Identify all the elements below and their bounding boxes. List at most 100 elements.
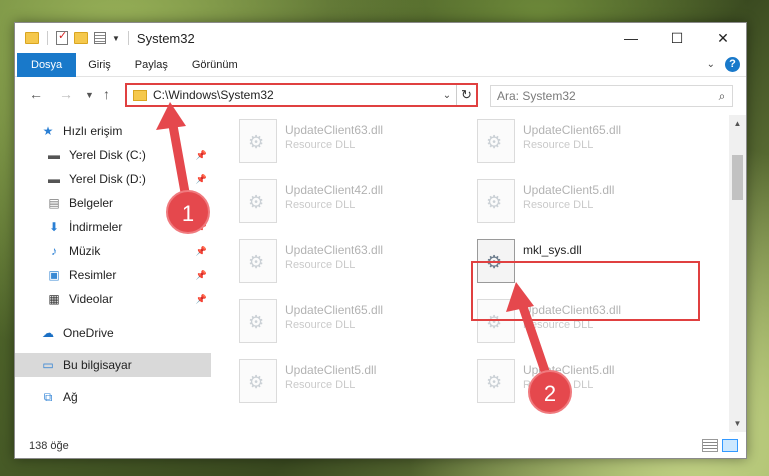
pin-icon: 📌: [195, 293, 207, 304]
dll-file-icon: [239, 179, 277, 223]
file-item[interactable]: UpdateClient5.dll Resource DLL: [477, 179, 697, 231]
properties-icon[interactable]: [94, 32, 106, 44]
window-title: System32: [136, 30, 195, 46]
up-arrow-icon[interactable]: ↑: [103, 86, 110, 102]
scroll-up-arrow-icon[interactable]: ▲: [729, 115, 746, 132]
file-type: Resource DLL: [523, 199, 594, 211]
pictures-icon: ▣: [48, 268, 60, 282]
file-type: Resource DLL: [523, 139, 594, 151]
details-view-icon[interactable]: [702, 439, 718, 452]
dll-file-icon: [239, 299, 277, 343]
dll-file-icon: [477, 179, 515, 223]
file-explorer-window: ▼ System32 — ☐ ✕ Dosya Giriş Paylaş Görü…: [14, 22, 747, 459]
file-item[interactable]: UpdateClient65.dll Resource DLL: [477, 119, 697, 171]
file-item[interactable]: UpdateClient5.dllResource DLL: [239, 359, 459, 411]
file-item[interactable]: UpdateClient42.dll Resource DLL: [239, 179, 459, 231]
navigation-pane: ★ Hızlı erişim ▬ Yerel Disk (C:) 📌 ▬ Yer…: [15, 115, 211, 432]
sidebar-item-music[interactable]: ♪ Müzik 📌: [15, 239, 211, 263]
sidebar-item-disk-c[interactable]: ▬ Yerel Disk (C:) 📌: [15, 143, 211, 167]
sidebar-item-network[interactable]: ⧉ Ağ: [15, 385, 211, 409]
file-item[interactable]: UpdateClient5.dllResource DLL: [477, 359, 697, 411]
search-box[interactable]: Ara: System32 ⌕: [490, 85, 733, 107]
toolbar-divider: [47, 31, 48, 45]
address-dropdown-chevron-icon[interactable]: ⌄: [438, 90, 456, 101]
new-folder-icon[interactable]: [74, 32, 88, 44]
forward-arrow-icon[interactable]: →: [59, 86, 73, 102]
highlight-annotation-box: [471, 261, 700, 321]
scrollbar-thumb[interactable]: [732, 155, 743, 200]
pin-icon: 📌: [195, 269, 207, 280]
status-bar: 138 öğe: [15, 433, 746, 459]
step-badge-2: 2: [528, 370, 572, 414]
sidebar-item-label: İndirmeler: [69, 220, 123, 234]
sidebar-item-label: Videolar: [69, 292, 113, 306]
file-item[interactable]: UpdateClient65.dll Resource DLL: [239, 299, 459, 351]
address-bar[interactable]: C:\Windows\System32 ⌄ ↻: [125, 83, 478, 107]
drive-icon: ▬: [48, 172, 60, 186]
file-name: UpdateClient42.dll: [285, 183, 384, 197]
sidebar-item-label: Yerel Disk (C:): [69, 148, 146, 162]
file-type: Resource DLL: [285, 139, 356, 151]
maximize-button[interactable]: ☐: [654, 23, 700, 53]
folder-icon: [25, 32, 39, 44]
dll-file-icon: [477, 119, 515, 163]
search-input[interactable]: Ara: System32: [497, 89, 712, 103]
file-type: Resource DLL: [285, 259, 356, 271]
customize-toolbar-chevron-icon[interactable]: ▼: [112, 34, 120, 43]
ribbon-tabs: Dosya Giriş Paylaş Görünüm ⌄ ?: [15, 52, 746, 77]
tab-home[interactable]: Giriş: [76, 53, 123, 77]
videos-icon: ▦: [48, 292, 60, 306]
sidebar-item-label: Hızlı erişim: [63, 124, 123, 138]
sidebar-item-pictures[interactable]: ▣ Resimler 📌: [15, 263, 211, 287]
sidebar-item-quick-access[interactable]: ★ Hızlı erişim: [15, 119, 211, 143]
expand-ribbon-chevron-icon[interactable]: ⌄: [707, 59, 715, 70]
pin-icon: 📌: [195, 149, 207, 160]
minimize-button[interactable]: —: [608, 23, 654, 53]
title-bar: ▼ System32 — ☐ ✕: [15, 23, 746, 53]
sidebar-item-this-pc[interactable]: ▭ Bu bilgisayar: [15, 353, 211, 377]
drive-icon: ▬: [48, 148, 60, 162]
file-name: UpdateClient63.dll: [285, 123, 384, 137]
file-name: UpdateClient65.dll: [285, 303, 384, 317]
file-name: UpdateClient5.dll: [523, 183, 615, 197]
recent-locations-chevron-icon[interactable]: ▼: [85, 90, 94, 100]
quick-access-toolbar: ▼: [25, 29, 131, 45]
step-badge-1: 1: [166, 190, 210, 234]
search-icon[interactable]: ⌕: [712, 89, 732, 104]
help-icon[interactable]: ?: [725, 57, 740, 72]
file-name: UpdateClient63.dll: [285, 243, 384, 257]
tiles-view-icon[interactable]: [722, 439, 738, 452]
window-controls: — ☐ ✕: [608, 23, 746, 53]
star-icon: ★: [42, 124, 54, 138]
item-count: 138 öğe: [29, 440, 69, 452]
address-path[interactable]: C:\Windows\System32: [153, 88, 438, 102]
toolbar-divider: [127, 31, 129, 45]
sidebar-item-label: Müzik: [69, 244, 101, 258]
sidebar-item-onedrive[interactable]: ☁ OneDrive: [15, 321, 211, 345]
pin-icon: 📌: [195, 245, 207, 256]
file-item[interactable]: UpdateClient63.dll Resource DLL: [239, 239, 459, 291]
file-item[interactable]: UpdateClient63.dll Resource DLL: [239, 119, 459, 171]
downloads-icon: ⬇: [48, 220, 60, 234]
sidebar-item-label: Ağ: [63, 390, 78, 404]
vertical-scrollbar[interactable]: ▲ ▼: [729, 115, 746, 432]
sidebar-item-videos[interactable]: ▦ Videolar 📌: [15, 287, 211, 311]
refresh-icon[interactable]: ↻: [456, 85, 476, 105]
tab-view[interactable]: Görünüm: [180, 53, 250, 77]
scroll-down-arrow-icon[interactable]: ▼: [729, 415, 746, 432]
navigation-bar: ← → ▼ ↑ C:\Windows\System32 ⌄ ↻ Ara: Sys…: [15, 80, 746, 110]
close-button[interactable]: ✕: [700, 23, 746, 53]
documents-icon: ▤: [48, 196, 60, 210]
back-arrow-icon[interactable]: ←: [29, 86, 43, 102]
tab-share[interactable]: Paylaş: [123, 53, 180, 77]
file-type: Resource DLL: [285, 319, 356, 331]
cloud-icon: ☁: [42, 326, 54, 340]
tab-file[interactable]: Dosya: [17, 52, 77, 77]
dll-file-icon: [239, 119, 277, 163]
music-icon: ♪: [51, 244, 57, 258]
sidebar-item-disk-d[interactable]: ▬ Yerel Disk (D:) 📌: [15, 167, 211, 191]
file-name: UpdateClient5.dll: [285, 363, 377, 377]
pin-icon: 📌: [195, 173, 207, 184]
sidebar-item-label: Belgeler: [69, 196, 114, 210]
properties-check-icon[interactable]: [56, 29, 68, 45]
